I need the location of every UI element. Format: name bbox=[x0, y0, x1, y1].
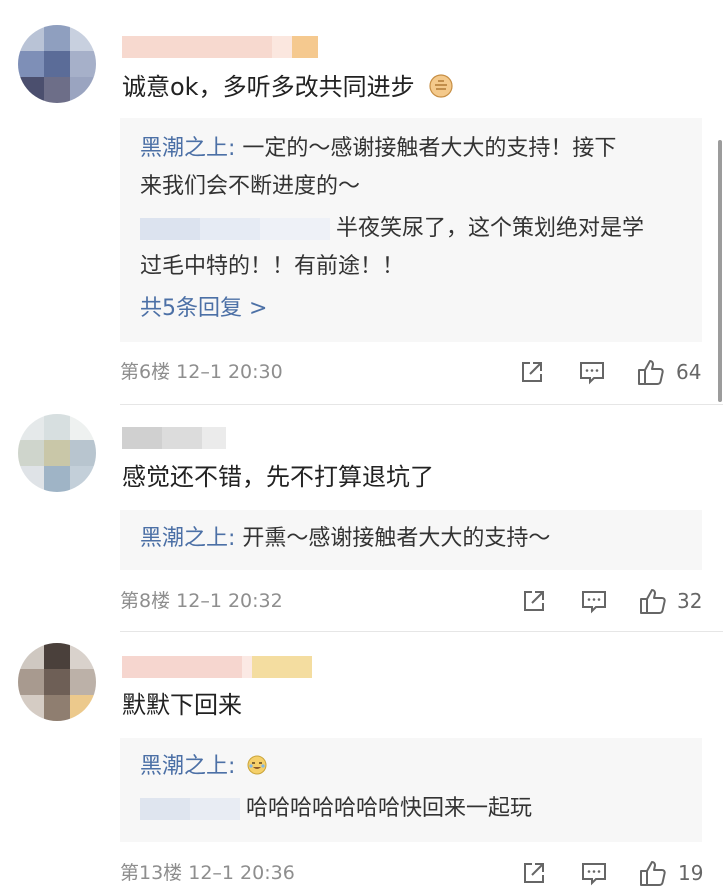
avatar[interactable] bbox=[18, 414, 96, 492]
reply-author[interactable]: 黑潮之上 bbox=[140, 754, 228, 779]
like-count: 32 bbox=[677, 589, 703, 613]
reply-preview[interactable]: 黑潮之上: 一定的～感谢接触者大大的支持！接下 来我们会不断进度的～ 半夜笑尿了… bbox=[120, 118, 702, 342]
comment-meta: 第6楼 12–1 20:30 bbox=[120, 360, 283, 384]
reply-text: 半夜笑尿了，这个策划绝对是学 bbox=[336, 216, 645, 241]
scrollbar[interactable] bbox=[718, 140, 722, 402]
like-count: 19 bbox=[678, 861, 704, 885]
crying-laughing-icon bbox=[246, 754, 268, 776]
reply-item: 哈哈哈哈哈哈哈快回来一起玩 bbox=[140, 794, 532, 824]
comment-text: 默默下回来 bbox=[122, 691, 242, 719]
avatar[interactable] bbox=[18, 25, 96, 103]
comment-icon bbox=[582, 591, 606, 614]
floor-number: 第6楼 bbox=[120, 361, 171, 383]
avatar[interactable] bbox=[18, 643, 96, 721]
reply-text-continued: 来我们会不断进度的～ bbox=[140, 174, 361, 199]
comment-meta: 第13楼 12–1 20:36 bbox=[120, 861, 295, 885]
reply-author-blurred[interactable] bbox=[140, 214, 330, 244]
reply-text: 一定的～感谢接触者大大的支持！接下 bbox=[235, 136, 617, 161]
like-button[interactable] bbox=[638, 586, 666, 614]
reply-author[interactable]: 黑潮之上 bbox=[140, 526, 228, 551]
thumbs-up-icon bbox=[638, 360, 664, 385]
divider bbox=[120, 404, 723, 405]
timestamp: 12–1 20:30 bbox=[176, 361, 283, 383]
share-icon bbox=[524, 863, 544, 883]
like-button[interactable] bbox=[636, 357, 664, 385]
reply-item: 黑潮之上: 一定的～感谢接触者大大的支持！接下 bbox=[140, 136, 617, 161]
comment-text: 诚意ok，多听多改共同进步 bbox=[122, 72, 454, 102]
share-icon bbox=[524, 591, 544, 611]
username-blurred[interactable] bbox=[122, 427, 226, 449]
timestamp: 12–1 20:32 bbox=[176, 590, 283, 612]
reply-text-continued: 过毛中特的！！有前途！！ bbox=[140, 254, 405, 279]
comment-meta: 第8楼 12–1 20:32 bbox=[120, 589, 283, 613]
like-button[interactable] bbox=[638, 858, 666, 886]
view-more-replies-link[interactable]: 共5条回复 > bbox=[140, 294, 267, 324]
reply-button[interactable] bbox=[578, 358, 606, 386]
reply-preview[interactable]: 黑潮之上: 开熏～感谢接触者大大的支持～ bbox=[120, 510, 702, 570]
like-count: 64 bbox=[676, 360, 702, 384]
comment-icon bbox=[582, 863, 606, 886]
username-blurred[interactable] bbox=[122, 656, 312, 678]
reply-item: 黑潮之上: 开熏～感谢接触者大大的支持～ bbox=[140, 526, 551, 551]
fist-bump-icon bbox=[428, 73, 454, 99]
reply-button[interactable] bbox=[580, 859, 608, 887]
reply-author[interactable]: 黑潮之上 bbox=[140, 136, 228, 161]
share-button[interactable] bbox=[520, 587, 548, 615]
floor-number: 第8楼 bbox=[120, 590, 171, 612]
reply-text: 哈哈哈哈哈哈哈快回来一起玩 bbox=[246, 796, 533, 821]
divider bbox=[120, 631, 723, 632]
thumbs-up-icon bbox=[640, 589, 666, 614]
timestamp: 12–1 20:36 bbox=[188, 862, 295, 884]
comment-text: 感觉还不错，先不打算退坑了 bbox=[122, 463, 434, 491]
reply-preview[interactable]: 黑潮之上: 哈哈哈哈哈哈哈快回来一起玩 bbox=[120, 738, 702, 842]
reply-author-blurred[interactable] bbox=[140, 794, 240, 824]
share-button[interactable] bbox=[518, 358, 546, 386]
comment-icon bbox=[580, 362, 604, 385]
reply-text: 开熏～感谢接触者大大的支持～ bbox=[235, 526, 551, 551]
thumbs-up-icon bbox=[640, 861, 666, 886]
username-blurred[interactable] bbox=[122, 36, 318, 58]
reply-item: 黑潮之上: bbox=[140, 752, 268, 782]
share-icon bbox=[522, 362, 542, 382]
reply-item: 半夜笑尿了，这个策划绝对是学 bbox=[140, 214, 644, 244]
share-button[interactable] bbox=[520, 859, 548, 887]
reply-button[interactable] bbox=[580, 587, 608, 615]
floor-number: 第13楼 bbox=[120, 862, 183, 884]
